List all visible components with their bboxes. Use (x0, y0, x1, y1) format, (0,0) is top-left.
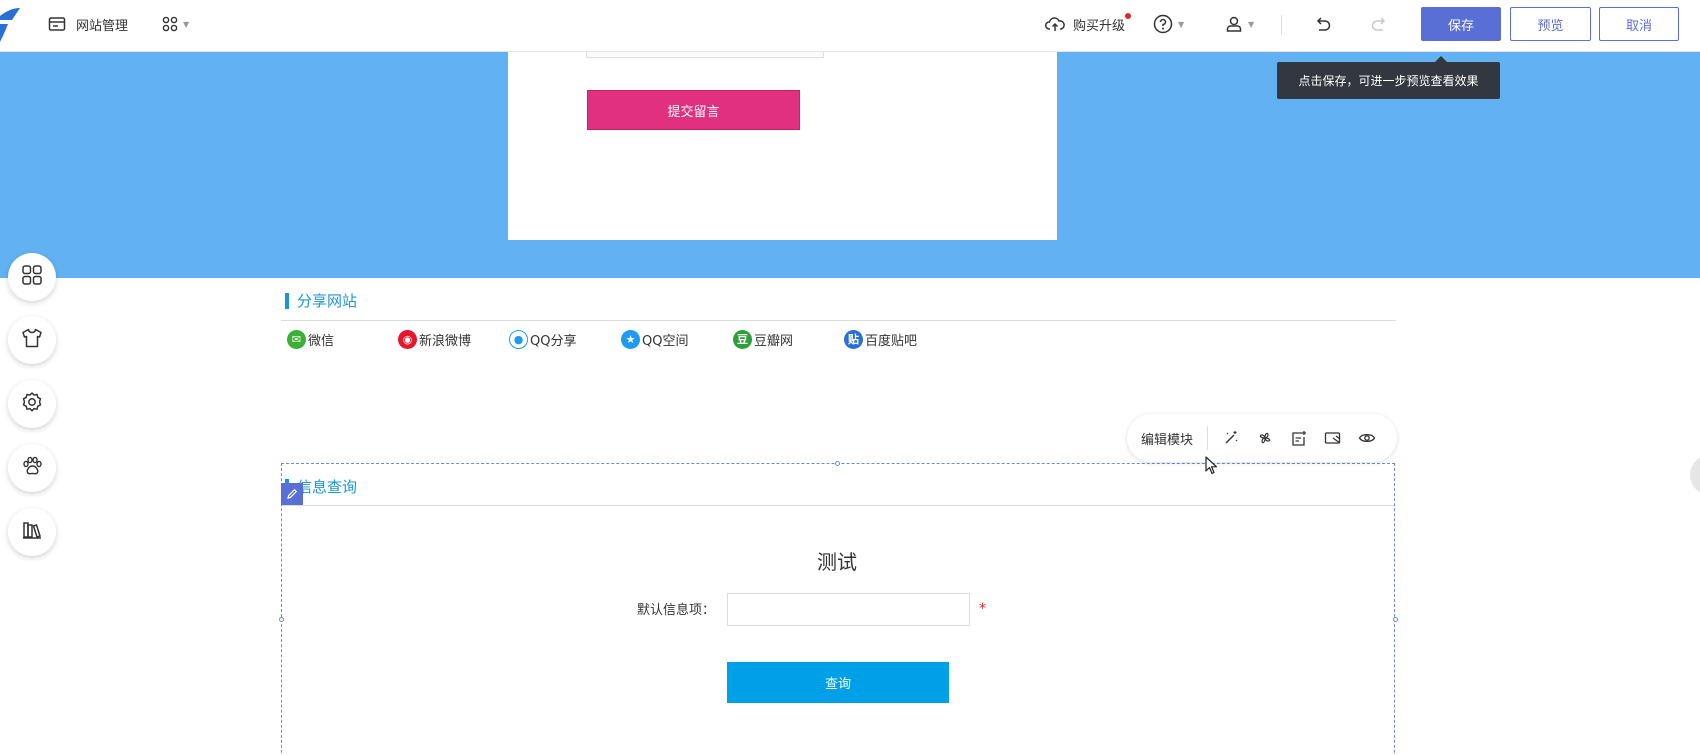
modules-button[interactable] (8, 253, 56, 301)
wechat-icon: ✉ (287, 329, 306, 349)
mouse-cursor-icon (1205, 456, 1218, 475)
redo-icon (1370, 16, 1388, 32)
message-card (508, 52, 1057, 240)
undo-button[interactable] (1314, 0, 1332, 48)
divider (1281, 15, 1282, 35)
document-add-icon (1292, 431, 1307, 446)
books-icon (21, 519, 43, 545)
settings-button[interactable] (8, 380, 56, 428)
add-module-button[interactable] (1282, 423, 1316, 453)
share-qzone[interactable]: ★ QQ空间 (621, 329, 688, 349)
share-tieba[interactable]: 贴 百度贴吧 (844, 329, 917, 349)
help-menu[interactable]: ▼ (1153, 0, 1184, 48)
resize-handle-left[interactable] (279, 617, 284, 622)
upgrade-link[interactable]: 购买升级 (1045, 0, 1125, 48)
eye-icon (1358, 433, 1376, 443)
user-icon (1225, 15, 1243, 33)
submit-message-button[interactable]: 提交留言 (587, 90, 800, 130)
field-label: 默认信息项： (636, 603, 715, 618)
weibo-icon: ◉ (398, 329, 417, 349)
share-wechat[interactable]: ✉ 微信 (287, 329, 334, 349)
tshirt-icon (21, 327, 43, 353)
share-weibo[interactable]: ◉ 新浪微博 (398, 329, 471, 349)
apps-grid-icon (162, 16, 178, 32)
save-button[interactable]: 保存 (1421, 7, 1501, 41)
apps-grid-icon (21, 264, 43, 290)
magic-wand-button[interactable] (1214, 423, 1248, 453)
upgrade-label: 购买升级 (1073, 18, 1126, 34)
chevron-down-icon: ▼ (1178, 19, 1185, 29)
resize-handle-top[interactable] (835, 461, 840, 466)
douban-icon: 豆 (733, 329, 752, 349)
required-mark: * (979, 601, 986, 617)
form-title: 测试 (817, 550, 857, 574)
share-divider (281, 320, 1396, 321)
hide-module-button[interactable] (1316, 423, 1350, 453)
browser-icon (48, 16, 66, 32)
magic-wand-icon (1225, 431, 1238, 444)
default-info-input[interactable] (727, 593, 970, 626)
share-label: QQ分享 (530, 333, 577, 349)
share-label: QQ空间 (642, 333, 689, 349)
share-label: 新浪微博 (419, 333, 472, 349)
pencil-icon (287, 488, 298, 499)
user-menu[interactable]: ▼ (1225, 0, 1254, 48)
share-label: 豆瓣网 (754, 333, 794, 349)
cloud-upload-icon (1045, 16, 1065, 32)
query-divider (282, 505, 1394, 506)
preview-module-button[interactable] (1350, 423, 1384, 453)
edit-module-pencil[interactable] (281, 483, 303, 505)
app-logo[interactable] (0, 6, 22, 42)
apps-menu[interactable]: ▼ (162, 0, 189, 48)
cancel-button[interactable]: 取消 (1599, 7, 1679, 41)
tieba-icon: 贴 (844, 329, 863, 349)
share-qq[interactable]: ● QQ分享 (509, 329, 576, 349)
chevron-down-icon: ▼ (183, 19, 190, 29)
right-side-tab[interactable] (1690, 455, 1700, 495)
qzone-icon: ★ (621, 329, 640, 349)
theme-button[interactable] (8, 316, 56, 364)
share-module-title-text: 分享网站 (297, 292, 358, 310)
animation-button[interactable] (1248, 423, 1282, 453)
card-hide-icon (1324, 432, 1341, 444)
chevron-down-icon: ▼ (1248, 19, 1255, 29)
site-manage-menu[interactable]: 网站管理 (48, 0, 128, 48)
qq-icon: ● (509, 329, 528, 349)
redo-button[interactable] (1370, 0, 1388, 48)
pinwheel-icon (1259, 432, 1271, 444)
save-tooltip: 点击保存，可进一步预览查看效果 (1277, 62, 1500, 99)
share-module-title: 分享网站 (285, 290, 357, 311)
gear-icon (21, 391, 43, 417)
module-toolbar: 编辑模块 (1127, 414, 1397, 462)
paw-button[interactable] (8, 444, 56, 492)
preview-button[interactable]: 预览 (1510, 7, 1591, 41)
share-label: 微信 (308, 333, 335, 349)
top-bar: 网站管理 ▼ 购买升级 ▼ ▼ 保存 预览 取消 (0, 0, 1700, 52)
paw-icon (21, 455, 43, 481)
query-button[interactable]: 查询 (727, 662, 949, 703)
message-input-bottom[interactable] (586, 52, 824, 58)
resize-handle-right[interactable] (1393, 617, 1398, 622)
edit-module-button[interactable]: 编辑模块 (1127, 426, 1209, 450)
undo-icon (1314, 16, 1332, 32)
site-manage-label: 网站管理 (76, 18, 129, 34)
notification-dot (1125, 13, 1131, 19)
query-module-title-text: 信息查询 (297, 478, 358, 496)
help-icon (1153, 14, 1173, 34)
library-button[interactable] (8, 508, 56, 556)
share-label: 百度贴吧 (865, 333, 918, 349)
title-marker (285, 292, 289, 309)
share-douban[interactable]: 豆 豆瓣网 (733, 329, 793, 349)
